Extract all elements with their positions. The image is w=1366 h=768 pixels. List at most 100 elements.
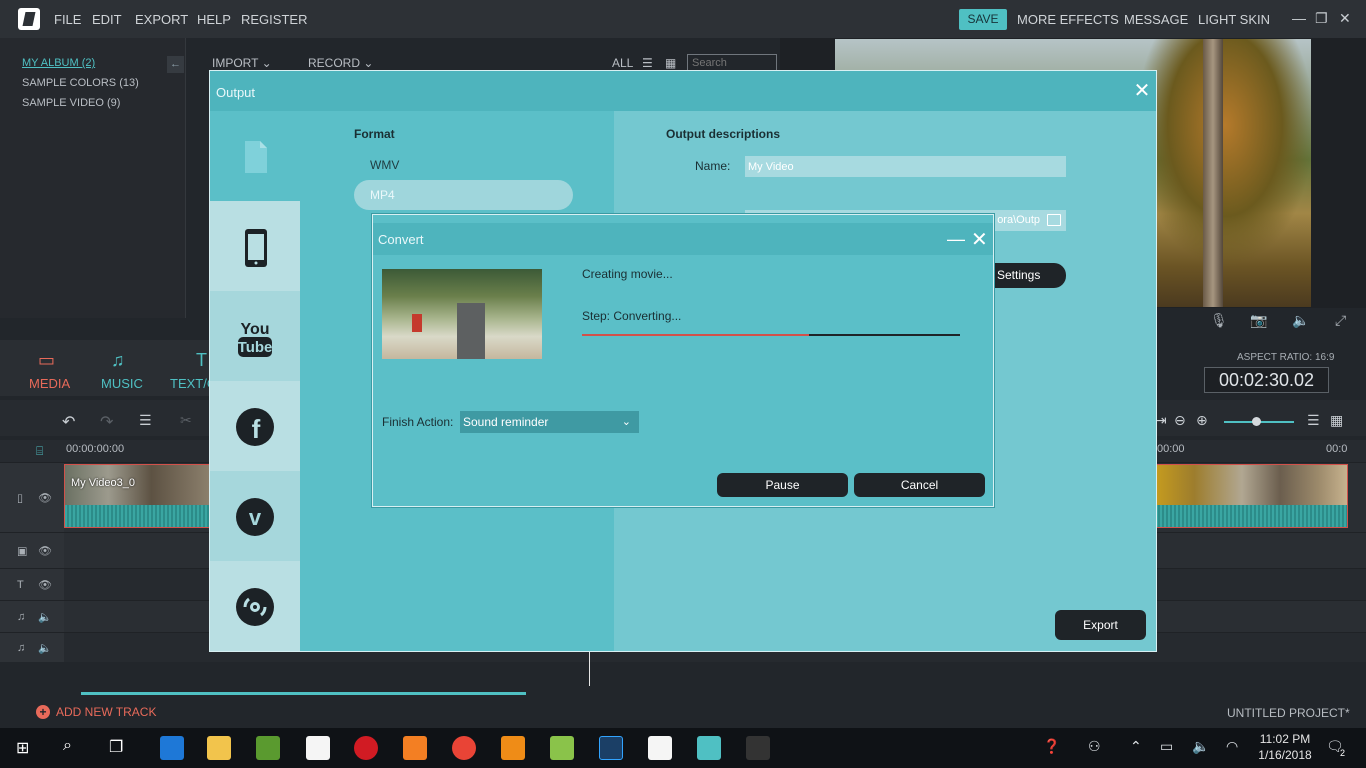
finish-action-select[interactable]: Sound reminder ⌄ xyxy=(460,411,639,433)
format-item-wmv[interactable]: WMV xyxy=(370,158,399,172)
library-item-sample-video[interactable]: SAMPLE VIDEO (9) xyxy=(22,97,120,109)
menu-register[interactable]: REGISTER xyxy=(241,12,307,27)
speaker-icon[interactable]: 🔈 xyxy=(38,641,52,654)
volume-icon[interactable]: 🔈 xyxy=(1192,738,1209,755)
cancel-button[interactable]: Cancel xyxy=(854,473,985,497)
music-note-icon: ♫ xyxy=(17,610,26,623)
wifi-icon[interactable]: ◠ xyxy=(1226,738,1238,755)
import-menu[interactable]: IMPORT ⌄ xyxy=(212,56,272,70)
music-note-icon: ♫ xyxy=(17,641,26,654)
photoshop-icon[interactable] xyxy=(599,736,623,760)
video-clip[interactable]: My Video3_0 xyxy=(64,464,210,528)
people-icon[interactable]: ⚇ xyxy=(1088,738,1101,755)
destination-device[interactable] xyxy=(210,201,300,291)
photos-icon[interactable] xyxy=(746,736,770,760)
close-icon[interactable]: ✕ xyxy=(971,227,988,252)
timeline-scrollbar[interactable] xyxy=(81,692,526,695)
xampp-icon[interactable] xyxy=(403,736,427,760)
video-clip-right[interactable] xyxy=(1155,464,1348,528)
library-item-my-album[interactable]: MY ALBUM (2) xyxy=(22,57,95,69)
task-view-icon[interactable]: ❐ xyxy=(109,737,123,757)
timecode-display: 00:02:30.02 xyxy=(1204,367,1329,393)
volume-icon[interactable]: 🔈 xyxy=(1292,312,1309,329)
grid-icon[interactable]: ▦ xyxy=(1330,412,1343,429)
asset-tabs: ▭ MEDIA ♫ MUSIC T TEXT/C xyxy=(0,340,220,396)
store-icon[interactable] xyxy=(256,736,280,760)
edge-icon[interactable] xyxy=(160,736,184,760)
windows-start-icon[interactable]: ⊞ xyxy=(16,738,29,758)
adjust-icon[interactable]: ☰ xyxy=(139,412,152,429)
add-new-track-button[interactable]: + ADD NEW TRACK xyxy=(36,705,156,719)
chevron-up-icon[interactable]: ⌃ xyxy=(1130,738,1142,755)
tab-music[interactable]: MUSIC xyxy=(101,376,143,391)
list-view-icon[interactable]: ☰ xyxy=(642,56,653,70)
destination-local[interactable] xyxy=(210,111,300,201)
text-tab-icon: T xyxy=(196,350,207,370)
zoom-in-icon[interactable]: ⊕ xyxy=(1196,412,1208,429)
save-button[interactable]: SAVE xyxy=(959,9,1007,30)
mic-icon[interactable]: 🎙 xyxy=(1210,312,1228,329)
search-icon[interactable]: ⌕ xyxy=(63,737,72,755)
message-link[interactable]: MESSAGE xyxy=(1124,12,1188,27)
collapse-arrow-icon[interactable]: ← xyxy=(167,56,184,73)
export-button[interactable]: Export xyxy=(1055,610,1146,640)
filmora-taskbar-icon[interactable] xyxy=(697,736,721,760)
filter-all[interactable]: ALL xyxy=(612,56,633,70)
name-field[interactable] xyxy=(745,156,1066,177)
record-menu[interactable]: RECORD ⌄ xyxy=(308,56,373,70)
disc-icon xyxy=(236,588,274,626)
destination-facebook[interactable]: f xyxy=(210,381,300,471)
minimize-icon[interactable]: — xyxy=(1292,10,1306,26)
undo-icon[interactable]: ↶ xyxy=(62,412,75,432)
speaker-icon[interactable]: 🔈 xyxy=(38,610,52,623)
fullscreen-icon[interactable]: ⤢ xyxy=(1335,312,1346,329)
close-icon[interactable]: ✕ xyxy=(1132,81,1152,101)
svg-text:You: You xyxy=(240,321,269,338)
file-explorer-icon[interactable] xyxy=(207,736,231,760)
format-item-mp4[interactable]: MP4 xyxy=(354,180,573,210)
camera-icon[interactable]: 📷 xyxy=(1250,312,1267,329)
menu-edit[interactable]: EDIT xyxy=(92,12,122,27)
light-skin-link[interactable]: LIGHT SKIN xyxy=(1198,12,1270,27)
opera-icon[interactable] xyxy=(354,736,378,760)
close-icon[interactable]: ✕ xyxy=(1339,10,1351,27)
sublime-icon[interactable] xyxy=(501,736,525,760)
destination-dvd[interactable] xyxy=(210,561,300,651)
list-icon[interactable]: ☰ xyxy=(1307,412,1320,429)
destination-vimeo[interactable]: v xyxy=(210,471,300,561)
eye-icon[interactable]: 👁 xyxy=(38,491,52,504)
spreadsheet-icon[interactable] xyxy=(550,736,574,760)
notepad-icon[interactable] xyxy=(306,736,330,760)
file-icon xyxy=(245,141,267,173)
eye-icon[interactable]: 👁 xyxy=(38,578,52,591)
clock[interactable]: 11:02 PM 1/16/2018 xyxy=(1255,731,1315,763)
filmora-logo-icon xyxy=(18,8,40,30)
tab-media[interactable]: MEDIA xyxy=(29,376,70,391)
convert-step: Step: Converting... xyxy=(582,309,682,323)
minimize-icon[interactable]: — xyxy=(947,229,965,250)
fit-icon[interactable]: ⇥ xyxy=(1155,412,1167,429)
help-icon[interactable]: ❓ xyxy=(1043,738,1060,755)
cut-icon[interactable]: ✂ xyxy=(180,412,192,429)
pause-button[interactable]: Pause xyxy=(717,473,848,497)
maximize-icon[interactable]: ❐ xyxy=(1315,10,1328,27)
menu-export[interactable]: EXPORT xyxy=(135,12,188,27)
zoom-out-icon[interactable]: ⊖ xyxy=(1174,412,1186,429)
mail-icon[interactable] xyxy=(648,736,672,760)
output-title-bar: Output ✕ xyxy=(210,71,1156,111)
battery-icon[interactable]: ▭ xyxy=(1160,738,1173,755)
chrome-icon[interactable] xyxy=(452,736,476,760)
menu-file[interactable]: FILE xyxy=(54,12,81,27)
grid-view-icon[interactable]: ▦ xyxy=(665,56,676,70)
eye-icon[interactable]: 👁 xyxy=(38,544,52,557)
menu-help[interactable]: HELP xyxy=(197,12,231,27)
snap-icon[interactable]: ⌸ xyxy=(36,444,43,459)
destination-youtube[interactable]: You Tube xyxy=(210,291,300,381)
playhead[interactable] xyxy=(589,650,590,686)
folder-icon[interactable] xyxy=(1047,214,1061,226)
more-effects-link[interactable]: MORE EFFECTS xyxy=(1017,12,1119,27)
zoom-slider-handle[interactable] xyxy=(1252,417,1261,426)
library-item-sample-colors[interactable]: SAMPLE COLORS (13) xyxy=(22,77,139,89)
redo-icon[interactable]: ↷ xyxy=(100,412,113,432)
search-input[interactable] xyxy=(687,54,777,71)
